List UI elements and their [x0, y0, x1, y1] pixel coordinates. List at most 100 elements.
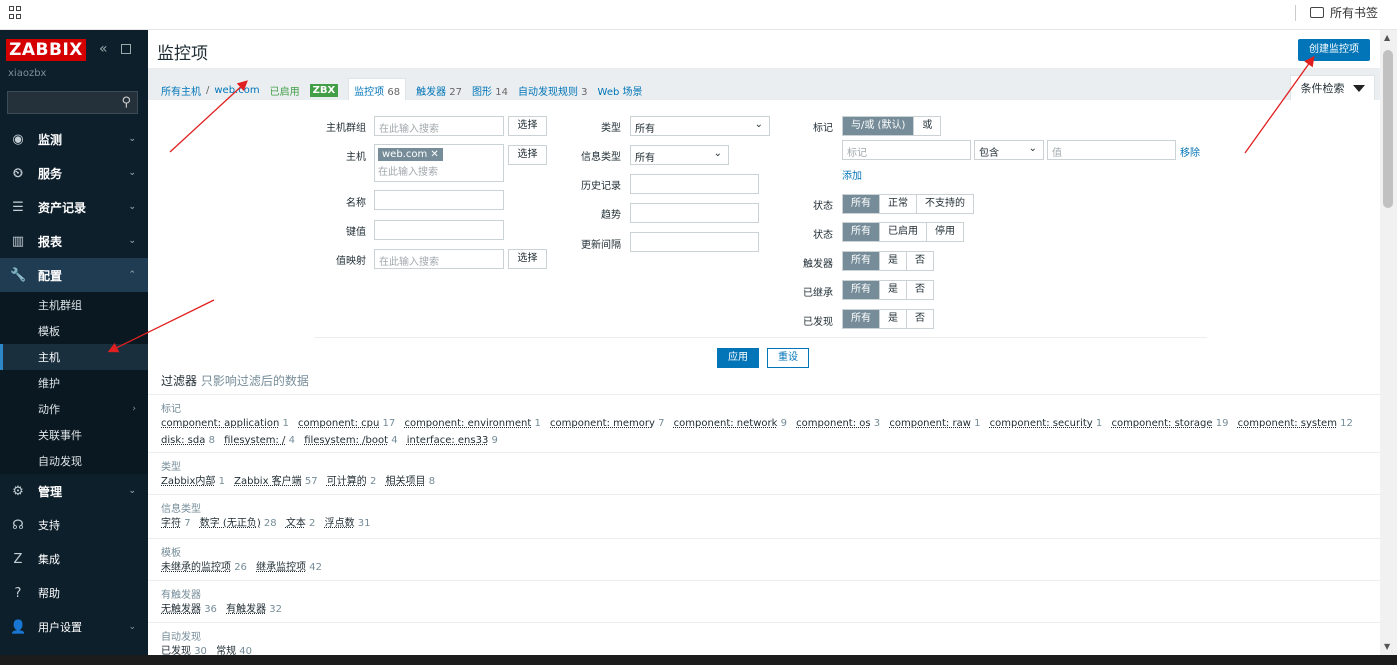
apply-button[interactable]: 应用 [717, 348, 759, 368]
inherited-segment[interactable]: 所有 是 否 [842, 280, 934, 300]
state-all-option[interactable]: 所有 [843, 195, 879, 213]
menu-inventory[interactable]: ☰ 资产记录 ⌄ [0, 190, 148, 224]
host-select-button[interactable]: 选择 [508, 145, 547, 165]
status-disabled-option[interactable]: 停用 [926, 223, 963, 241]
discovered-yes-option[interactable]: 是 [879, 310, 906, 328]
menu-support[interactable]: ☊ 支持 [0, 508, 148, 542]
subfilter-item[interactable]: component: network 9 [674, 418, 787, 429]
subfilter-item[interactable]: 可计算的 2 [327, 476, 377, 487]
status-segment[interactable]: 所有 已启用 停用 [842, 222, 964, 242]
sidebar-search-input[interactable]: ⚲ [7, 91, 138, 114]
scrollbar-thumb[interactable] [1383, 50, 1393, 208]
valuemap-input[interactable]: 在此输入搜索 [374, 249, 504, 269]
hostgroups-select-button[interactable]: 选择 [508, 116, 547, 136]
subfilter-item[interactable]: component: security 1 [990, 418, 1103, 429]
add-tag-link[interactable]: 添加 [842, 167, 862, 182]
inherited-yes-option[interactable]: 是 [879, 281, 906, 299]
submenu-templates[interactable]: 模板 [0, 318, 148, 344]
tab-triggers[interactable]: 触发器 27 [416, 83, 462, 98]
submenu-event-correlation[interactable]: 关联事件 [0, 422, 148, 448]
submenu-maintenance[interactable]: 维护 [0, 370, 148, 396]
submenu-actions[interactable]: 动作 › [0, 396, 148, 422]
subfilter-item[interactable]: component: system 12 [1238, 418, 1353, 429]
key-input[interactable] [374, 220, 504, 240]
discovered-segment[interactable]: 所有 是 否 [842, 309, 934, 329]
tag-name-input[interactable]: 标记 [842, 140, 971, 160]
tag-operator-select[interactable]: 包含 ⌄ [974, 140, 1044, 160]
subfilter-item[interactable]: component: os 3 [796, 418, 880, 429]
status-all-option[interactable]: 所有 [843, 223, 879, 241]
remove-tag-link[interactable]: 移除 [1180, 144, 1200, 159]
create-item-button[interactable]: 创建监控项 [1298, 39, 1370, 61]
inherited-all-option[interactable]: 所有 [843, 281, 879, 299]
subfilter-item[interactable]: 字符 7 [161, 518, 191, 529]
status-enabled-option[interactable]: 已启用 [879, 223, 926, 241]
all-bookmarks-button[interactable]: 所有书签 [1310, 4, 1378, 21]
host-chip[interactable]: web.com ✕ [378, 148, 443, 161]
scroll-up-icon[interactable]: ▲ [1384, 33, 1390, 42]
subfilter-item[interactable]: 浮点数 31 [325, 518, 371, 529]
subfilter-item[interactable]: 继承监控项 42 [256, 562, 322, 573]
subfilter-item[interactable]: 有触发器 32 [226, 604, 282, 615]
triggers-yes-option[interactable]: 是 [879, 252, 906, 270]
collapse-sidebar-icon[interactable]: « [99, 41, 108, 57]
triggers-segment[interactable]: 所有 是 否 [842, 251, 934, 271]
subfilter-item[interactable]: 未继承的监控项 26 [161, 562, 247, 573]
menu-services[interactable]: ⏲ 服务 ⌄ [0, 156, 148, 190]
tags-andor-option[interactable]: 与/或 (默认) [843, 117, 914, 135]
subfilter-item[interactable]: filesystem: / 4 [224, 435, 295, 446]
subfilter-item[interactable]: component: storage 19 [1111, 418, 1228, 429]
subfilter-item[interactable]: component: application 1 [161, 418, 289, 429]
tags-evaltype[interactable]: 与/或 (默认) 或 [842, 116, 942, 136]
triggers-no-option[interactable]: 否 [906, 252, 933, 270]
breadcrumb-host[interactable]: web.com [214, 85, 259, 96]
remove-chip-icon[interactable]: ✕ [430, 149, 438, 160]
trends-input[interactable] [630, 203, 759, 223]
menu-monitoring[interactable]: ◉ 监测 ⌄ [0, 122, 148, 156]
interval-input[interactable] [630, 232, 759, 252]
subfilter-item[interactable]: 文本 2 [286, 518, 316, 529]
search-icon[interactable]: ⚲ [121, 95, 131, 110]
discovered-no-option[interactable]: 否 [906, 310, 933, 328]
tab-discovery-rules[interactable]: 自动发现规则 3 [518, 83, 588, 98]
subfilter-item[interactable]: 无触发器 36 [161, 604, 217, 615]
name-input[interactable] [374, 190, 504, 210]
submenu-host-groups[interactable]: 主机群组 [0, 292, 148, 318]
tab-graphs[interactable]: 图形 14 [472, 83, 508, 98]
hostgroups-input[interactable]: 在此输入搜索 [374, 116, 504, 136]
subfilter-item[interactable]: component: cpu 17 [298, 418, 395, 429]
menu-reports[interactable]: ▥ 报表 ⌄ [0, 224, 148, 258]
tags-or-option[interactable]: 或 [913, 117, 941, 135]
subfilter-item[interactable]: filesystem: /boot 4 [304, 435, 397, 446]
menu-configuration[interactable]: 🔧 配置 ⌃ [0, 258, 148, 292]
page-scrollbar[interactable]: ▲ ▼ [1380, 30, 1397, 665]
submenu-hosts[interactable]: 主机 [0, 344, 148, 370]
history-input[interactable] [630, 174, 759, 194]
scroll-down-icon[interactable]: ▼ [1384, 642, 1390, 651]
subfilter-item[interactable]: Zabbix 客户端 57 [234, 476, 317, 487]
subfilter-item[interactable]: component: raw 1 [889, 418, 980, 429]
menu-integrations[interactable]: Z 集成 [0, 542, 148, 576]
tag-value-input[interactable]: 值 [1047, 140, 1176, 160]
menu-user-settings[interactable]: 👤 用户设置 ⌄ [0, 610, 148, 644]
host-status-enabled[interactable]: 已启用 [270, 83, 300, 98]
host-multiselect[interactable]: web.com ✕ 在此输入搜索 [374, 144, 504, 182]
subfilter-item[interactable]: component: memory 7 [550, 418, 664, 429]
subfilter-item[interactable]: component: environment 1 [404, 418, 540, 429]
state-normal-option[interactable]: 正常 [879, 195, 916, 213]
subfilter-item[interactable]: interface: ens33 9 [407, 435, 498, 446]
infotype-select[interactable]: 所有 ⌄ [630, 145, 729, 165]
inherited-no-option[interactable]: 否 [906, 281, 933, 299]
subfilter-item[interactable]: disk: sda 8 [161, 435, 215, 446]
zabbix-logo[interactable]: ZABBIX [6, 39, 86, 61]
menu-help[interactable]: ? 帮助 [0, 576, 148, 610]
type-select[interactable]: 所有 ⌄ [630, 116, 770, 136]
state-segment[interactable]: 所有 正常 不支持的 [842, 194, 974, 214]
valuemap-select-button[interactable]: 选择 [508, 249, 547, 269]
kiosk-mode-icon[interactable] [121, 44, 131, 54]
state-unsupported-option[interactable]: 不支持的 [916, 195, 973, 213]
discovered-all-option[interactable]: 所有 [843, 310, 879, 328]
triggers-all-option[interactable]: 所有 [843, 252, 879, 270]
tab-web-scenarios[interactable]: Web 场景 [598, 83, 643, 98]
apps-grid-icon[interactable] [9, 6, 23, 20]
